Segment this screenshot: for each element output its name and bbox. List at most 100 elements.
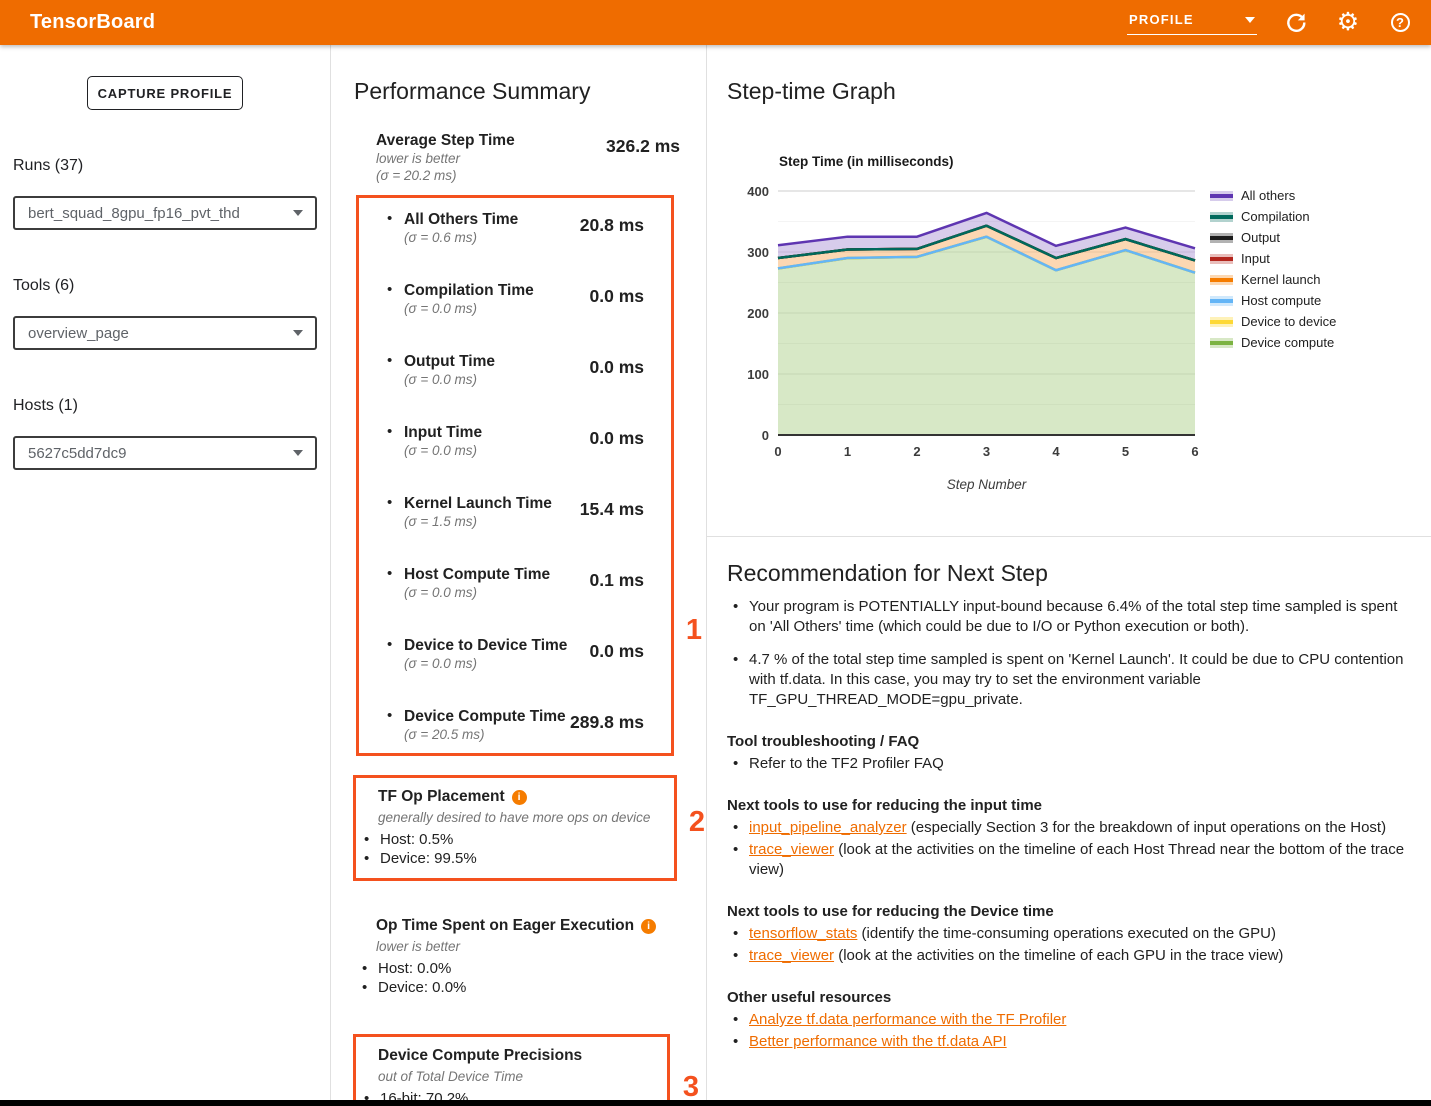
- metric-row: Device Compute Time (σ = 20.5 ms) 289.8 …: [387, 707, 644, 747]
- metric-value: 0.0 ms: [590, 286, 644, 352]
- metric-row: Device to Device Time (σ = 0.0 ms) 0.0 m…: [387, 636, 644, 707]
- recommendation-bullet: 4.7 % of the total step time sampled is …: [727, 650, 1407, 710]
- runs-label: Runs (37): [13, 157, 317, 175]
- metric-sigma: (σ = 0.0 ms): [404, 584, 550, 601]
- tools-group: Tools (6) overview_page: [13, 277, 317, 350]
- step-time-graph-card: Step-time Graph 01002003004000123456Step…: [707, 45, 1431, 537]
- metric-sigma: (σ = 0.0 ms): [404, 442, 482, 459]
- annotation-number-3: 3: [683, 1073, 699, 1102]
- legend-item: Device compute: [1210, 332, 1336, 353]
- tf-op-placement-title: TF Op Placement: [378, 788, 505, 806]
- svg-text:300: 300: [747, 245, 769, 260]
- legend-item: Input: [1210, 248, 1336, 269]
- capture-profile-button[interactable]: CAPTURE PROFILE: [87, 76, 243, 110]
- metric-sigma: (σ = 0.6 ms): [404, 229, 518, 246]
- legend-label: Input: [1241, 251, 1270, 266]
- metric-label: Kernel Launch Time: [404, 494, 552, 513]
- dashboard-select-value: PROFILE: [1129, 12, 1194, 27]
- legend-item: Device to device: [1210, 311, 1336, 332]
- hosts-select[interactable]: 5627c5dd7dc9: [13, 436, 317, 470]
- annotation-number-2: 2: [689, 808, 705, 837]
- input-tools-heading: Next tools to use for reducing the input…: [727, 796, 1407, 816]
- metric-sigma: (σ = 0.0 ms): [404, 371, 495, 388]
- runs-select[interactable]: bert_squad_8gpu_fp16_pvt_thd: [13, 196, 317, 230]
- input-tools-list: input_pipeline_analyzer (especially Sect…: [727, 818, 1407, 880]
- metric-sigma: (σ = 20.5 ms): [404, 726, 566, 743]
- info-icon[interactable]: i: [512, 790, 527, 805]
- topbar-controls: PROFILE ⚙ ?: [1127, 10, 1413, 36]
- tool-item-text: (look at the activities on the timeline …: [834, 947, 1283, 964]
- metric-row: Host Compute Time (σ = 0.0 ms) 0.1 ms: [387, 565, 644, 636]
- tf-op-placement-note: generally desired to have more ops on de…: [378, 809, 664, 826]
- metric-label: Compilation Time: [404, 281, 534, 300]
- legend-label: Host compute: [1241, 293, 1321, 308]
- legend-label: Compilation: [1241, 209, 1310, 224]
- precisions-title: Device Compute Precisions: [378, 1047, 582, 1065]
- device-tools-list: tensorflow_stats (identify the time-cons…: [727, 924, 1407, 966]
- metric-row: Compilation Time (σ = 0.0 ms) 0.0 ms: [387, 281, 644, 352]
- tensorflow-stats-link[interactable]: tensorflow_stats: [749, 925, 857, 942]
- hosts-label: Hosts (1): [13, 397, 317, 415]
- legend-label: Kernel launch: [1241, 272, 1321, 287]
- metric-value: 289.8 ms: [570, 712, 644, 743]
- resource-item: Analyze tf.data performance with the TF …: [727, 1010, 1407, 1030]
- faq-heading: Tool troubleshooting / FAQ: [727, 732, 1407, 752]
- info-icon[interactable]: i: [641, 919, 656, 934]
- eager-title: Op Time Spent on Eager Execution: [376, 917, 634, 935]
- chart-legend: All othersCompilationOutputInputKernel l…: [1210, 185, 1336, 353]
- metric-sigma: (σ = 0.0 ms): [404, 655, 567, 672]
- recommendation-bullet: Your program is POTENTIALLY input-bound …: [727, 597, 1407, 637]
- chevron-down-icon: [1245, 17, 1255, 23]
- trace-viewer-link[interactable]: trace_viewer: [749, 947, 834, 964]
- trace-viewer-link[interactable]: trace_viewer: [749, 841, 834, 858]
- tool-item: tensorflow_stats (identify the time-cons…: [727, 924, 1407, 944]
- svg-text:6: 6: [1191, 444, 1198, 459]
- svg-text:0: 0: [774, 444, 781, 459]
- runs-group: Runs (37) bert_squad_8gpu_fp16_pvt_thd: [13, 157, 317, 230]
- tool-item: trace_viewer (look at the activities on …: [727, 946, 1407, 966]
- svg-text:400: 400: [747, 184, 769, 199]
- legend-swatch-device-to-device: [1210, 317, 1233, 327]
- hosts-select-value: 5627c5dd7dc9: [28, 445, 126, 462]
- precisions-note: out of Total Device Time: [378, 1068, 657, 1085]
- tf-op-placement-host: Host: 0.5%: [364, 830, 664, 849]
- recommendation-title: Recommendation for Next Step: [727, 563, 1407, 583]
- metric-label: Host Compute Time: [404, 565, 550, 584]
- legend-item: Output: [1210, 227, 1336, 248]
- annotation-box-1: All Others Time (σ = 0.6 ms) 20.8 ms Com…: [356, 195, 674, 756]
- tfdata-api-link[interactable]: Better performance with the tf.data API: [749, 1033, 1007, 1050]
- help-button[interactable]: ?: [1387, 10, 1413, 36]
- other-resources-heading: Other useful resources: [727, 988, 1407, 1008]
- metric-value: 0.0 ms: [590, 357, 644, 423]
- metric-row: Input Time (σ = 0.0 ms) 0.0 ms: [387, 423, 644, 494]
- resource-item: Better performance with the tf.data API: [727, 1032, 1407, 1052]
- other-resources-list: Analyze tf.data performance with the TF …: [727, 1010, 1407, 1052]
- refresh-button[interactable]: [1283, 10, 1309, 36]
- tool-item: trace_viewer (look at the activities on …: [727, 840, 1407, 880]
- performance-summary-title: Performance Summary: [354, 78, 686, 105]
- svg-text:5: 5: [1122, 444, 1129, 459]
- eager-device: Device: 0.0%: [362, 978, 676, 997]
- tool-item-text: (look at the activities on the timeline …: [749, 841, 1404, 878]
- tools-select[interactable]: overview_page: [13, 316, 317, 350]
- faq-list: Refer to the TF2 Profiler FAQ: [727, 754, 1407, 774]
- settings-button[interactable]: ⚙: [1335, 10, 1361, 36]
- svg-text:4: 4: [1052, 444, 1060, 459]
- eager-execution-block: Op Time Spent on Eager Execution i lower…: [354, 917, 686, 997]
- metric-row: Kernel Launch Time (σ = 1.5 ms) 15.4 ms: [387, 494, 644, 565]
- legend-label: Device compute: [1241, 335, 1334, 350]
- right-panel: Step-time Graph 01002003004000123456Step…: [707, 45, 1431, 1106]
- input-pipeline-analyzer-link[interactable]: input_pipeline_analyzer: [749, 819, 907, 836]
- legend-swatch-output: [1210, 233, 1233, 243]
- metric-value: 20.8 ms: [580, 215, 644, 281]
- metric-label: Output Time: [404, 352, 495, 371]
- recommendation-bullets: Your program is POTENTIALLY input-bound …: [727, 597, 1407, 710]
- metric-sigma: (σ = 1.5 ms): [404, 513, 552, 530]
- svg-text:Step Number: Step Number: [947, 477, 1027, 492]
- metric-label: Input Time: [404, 423, 482, 442]
- metric-value: 0.0 ms: [590, 428, 644, 494]
- svg-text:2: 2: [913, 444, 920, 459]
- dashboard-select[interactable]: PROFILE: [1127, 10, 1257, 35]
- legend-item: Compilation: [1210, 206, 1336, 227]
- tfdata-profiler-link[interactable]: Analyze tf.data performance with the TF …: [749, 1011, 1066, 1028]
